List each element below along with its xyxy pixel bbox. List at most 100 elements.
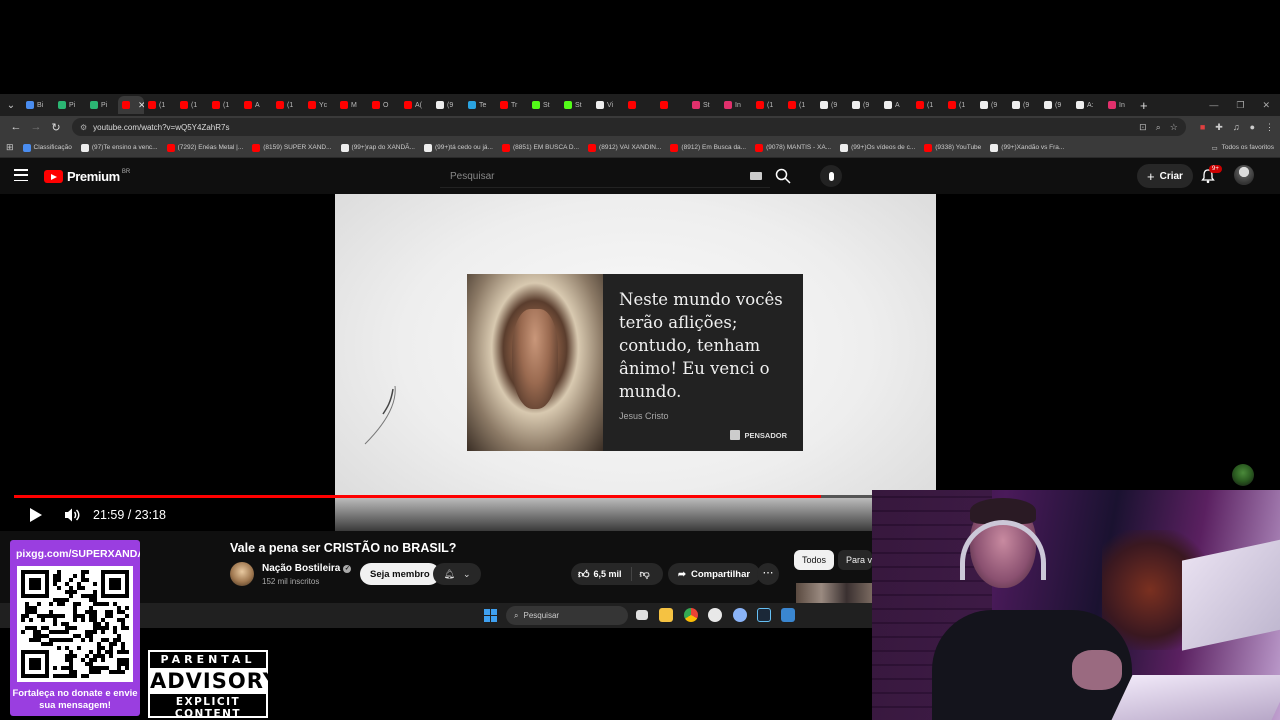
channel-avatar[interactable] [230, 562, 254, 586]
share-button[interactable]: ➦ Compartilhar [668, 563, 761, 585]
apps-grid-icon[interactable]: ⊞ [6, 142, 14, 153]
file-explorer-icon[interactable] [659, 608, 673, 622]
bookmark-item[interactable]: (9338) YouTube [924, 143, 981, 152]
bookmark-item[interactable]: (99+)Os vídeos de c... [840, 143, 915, 152]
bookmark-item[interactable]: (8912) Em Busca da... [670, 143, 746, 152]
close-window-icon[interactable]: ✕ [1262, 100, 1270, 111]
recommended-thumbnail[interactable] [796, 583, 872, 603]
bookmark-item[interactable]: (8159) SUPER XAND... [252, 143, 332, 152]
join-button[interactable]: Seja membro [360, 563, 440, 585]
channel-name[interactable]: Nação Bostileira ✓ [262, 563, 352, 574]
browser-tab[interactable]: St [688, 96, 720, 114]
browser-tab[interactable]: (1 [272, 96, 304, 114]
browser-tab[interactable]: (9 [848, 96, 880, 114]
browser-tab[interactable]: Yc [304, 96, 336, 114]
subscribed-button[interactable]: 🔔︎ ⌄ [433, 563, 481, 585]
thumbs-down-icon[interactable]: 👎︎ [632, 568, 650, 580]
search-input[interactable]: Pesquisar [440, 165, 770, 188]
bookmark-item[interactable]: Classificação [22, 143, 72, 152]
browser-tab[interactable]: (1 [912, 96, 944, 114]
app-icon[interactable] [708, 608, 722, 622]
browser-tab[interactable]: (1 [208, 96, 240, 114]
media-control-icon[interactable]: ♫ [1233, 122, 1240, 133]
extension-icon[interactable]: ■ [1200, 122, 1205, 133]
browser-tab[interactable]: ✕ [118, 96, 144, 114]
browser-tab[interactable]: Pi [54, 96, 86, 114]
browser-tab[interactable]: (9 [816, 96, 848, 114]
all-bookmarks-folder[interactable]: ▭ Todos os favoritos [1211, 144, 1274, 152]
browser-menu-icon[interactable]: ⋮ [1265, 122, 1274, 133]
more-actions-icon[interactable]: ⋯ [757, 563, 779, 585]
keyboard-icon[interactable] [750, 172, 762, 180]
video-frame[interactable]: Neste mundo vocês terão aflições; contud… [335, 194, 936, 531]
channel-watermark-icon[interactable] [1232, 464, 1254, 486]
browser-tab[interactable]: A( [400, 96, 432, 114]
forward-icon[interactable]: → [26, 121, 46, 133]
steam-icon[interactable] [757, 608, 771, 622]
browser-tab[interactable]: Tr [496, 96, 528, 114]
minimize-icon[interactable]: — [1209, 100, 1218, 111]
account-avatar[interactable] [1234, 165, 1254, 185]
windows-start-icon[interactable] [484, 609, 497, 622]
url-bar[interactable]: ⚙ youtube.com/watch?v=wQ5Y4ZahR7s ⊡ ⌕ ☆ [72, 118, 1186, 136]
install-app-icon[interactable]: ⊡ [1139, 122, 1147, 133]
play-icon[interactable] [29, 507, 43, 523]
like-button[interactable]: 👍︎ 6,5 mil [571, 567, 632, 581]
video-player[interactable]: Neste mundo vocês terão aflições; contud… [0, 194, 1280, 531]
create-button[interactable]: + Criar [1137, 164, 1193, 188]
chip-for-you[interactable]: Para vo [838, 550, 872, 570]
app-icon-2[interactable] [781, 608, 795, 622]
browser-tab[interactable]: (1 [752, 96, 784, 114]
tab-search-icon[interactable]: ⌄ [0, 94, 22, 116]
bookmark-item[interactable]: (97)Te ensino a venc... [80, 143, 158, 152]
bookmark-item[interactable]: (8851) EM BUSCA D... [501, 143, 579, 152]
browser-tab[interactable]: (1 [944, 96, 976, 114]
browser-tab[interactable]: (1 [176, 96, 208, 114]
chrome-icon[interactable] [684, 608, 698, 622]
new-tab-icon[interactable]: + [1140, 98, 1148, 113]
bookmark-item[interactable]: (99+)Xandão vs Fra... [990, 143, 1064, 152]
task-view-icon[interactable] [636, 610, 648, 620]
profile-avatar-icon[interactable]: ● [1250, 122, 1255, 133]
url-text[interactable]: youtube.com/watch?v=wQ5Y4ZahR7s [93, 123, 229, 132]
bookmark-item[interactable]: (99+)rap do XANDÃ... [340, 143, 415, 152]
browser-tab[interactable]: (9 [432, 96, 464, 114]
browser-tab[interactable]: A: [1072, 96, 1104, 114]
browser-tab[interactable] [656, 96, 688, 114]
reload-icon[interactable]: ↻ [46, 121, 66, 134]
browser-tab[interactable]: O [368, 96, 400, 114]
browser-tab[interactable]: (9 [1008, 96, 1040, 114]
search-icon[interactable] [774, 167, 792, 185]
taskbar-search-input[interactable]: ⌕ Pesquisar [506, 606, 628, 625]
menu-icon[interactable] [14, 169, 28, 181]
browser-tab[interactable]: (9 [1040, 96, 1072, 114]
progress-bar[interactable] [14, 495, 872, 498]
volume-icon[interactable] [64, 507, 81, 523]
maximize-icon[interactable]: ❐ [1236, 100, 1244, 111]
browser-tab[interactable]: Vi [592, 96, 624, 114]
browser-tab[interactable]: St [528, 96, 560, 114]
browser-tab[interactable]: (9 [976, 96, 1008, 114]
browser-tab[interactable]: (1 [144, 96, 176, 114]
zoom-icon[interactable]: ⌕ [1156, 122, 1161, 133]
browser-tab[interactable]: In [720, 96, 752, 114]
bookmark-star-icon[interactable]: ☆ [1170, 122, 1178, 133]
browser-tab[interactable]: In [1104, 96, 1136, 114]
browser-tab[interactable]: Bi [22, 96, 54, 114]
browser-tab[interactable]: A [240, 96, 272, 114]
browser-tab[interactable]: (1 [784, 96, 816, 114]
browser-tab[interactable]: M [336, 96, 368, 114]
bookmark-item[interactable]: (8912) VAI XANDIN... [588, 143, 661, 152]
bookmark-item[interactable]: (9078) MANTIS - XA... [755, 143, 831, 152]
browser-tab[interactable]: A [880, 96, 912, 114]
browser-tab[interactable]: St [560, 96, 592, 114]
bookmark-item[interactable]: (7292) Enéas Metal |... [166, 143, 243, 152]
extensions-puzzle-icon[interactable]: ✚ [1215, 122, 1223, 133]
settings-icon[interactable] [733, 608, 747, 622]
browser-tab[interactable] [624, 96, 656, 114]
bookmark-item[interactable]: (99+)tá cedo ou já... [423, 143, 493, 152]
chip-all[interactable]: Todos [794, 550, 835, 570]
back-icon[interactable]: ← [6, 121, 26, 133]
browser-tab[interactable]: Pi [86, 96, 118, 114]
youtube-premium-logo[interactable]: Premium BR [44, 169, 130, 184]
